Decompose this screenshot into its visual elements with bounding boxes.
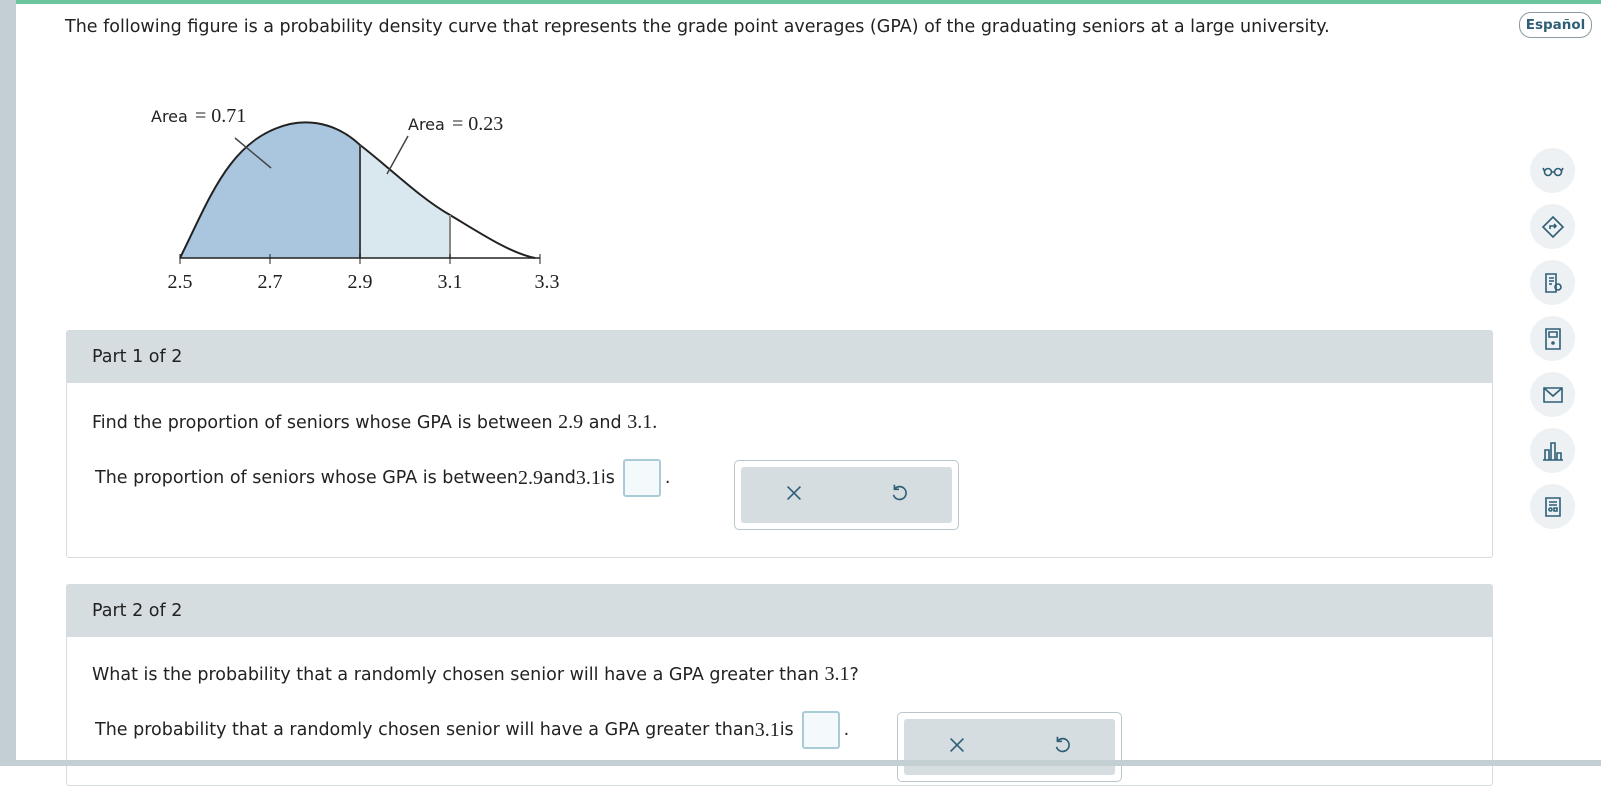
clear-button[interactable] [946,734,968,760]
part-1-question: Find the proportion of seniors whose GPA… [92,411,657,434]
answer-input[interactable] [622,459,661,497]
directions-icon [1541,215,1564,238]
answer-text: The probability that a randomly chosen s… [95,720,755,740]
area-right-word: Area [408,115,445,134]
calculator-icon [1544,327,1561,350]
bar-chart-icon [1542,441,1563,461]
part-2-panel: Part 2 of 2 What is the probability that… [66,584,1493,786]
textbook-icon [1544,272,1562,293]
intro-text: The following figure is a probability de… [65,17,1330,37]
undo-icon [892,484,908,501]
action-button-bar [904,719,1115,775]
area-right-value: = 0.23 [452,113,503,135]
bar-chart-button[interactable] [1530,428,1575,473]
bottom-scroll-bar [0,760,1601,766]
density-curve-svg: 2.5 2.7 2.9 3.1 3.3 Area = 0.71 Area = 0… [151,105,560,293]
glasses-button[interactable] [1530,148,1575,193]
question-text: and [583,413,628,433]
part-1-header: Part 1 of 2 [67,331,1492,383]
action-button-bar [741,467,952,523]
mail-icon [1542,386,1563,403]
answer-text: The proportion of seniors whose GPA is b… [95,468,518,488]
x-tick-label: 3.1 [438,271,463,293]
area-left-value: = 0.71 [195,105,246,127]
left-rail [0,0,16,766]
x-tick-label: 2.5 [168,271,193,293]
question-number: 3.1 [627,411,653,433]
question-number: 2.9 [558,411,584,433]
glasses-icon [1541,167,1564,176]
x-tick-label: 2.9 [348,271,373,293]
undo-icon [1055,736,1071,753]
answer-number: 3.1 [754,718,780,741]
data-table-button[interactable] [1530,484,1575,529]
undo-button[interactable] [888,482,910,508]
undo-button[interactable] [1051,734,1073,760]
top-accent-bar [16,0,1601,4]
calculator-button[interactable] [1530,316,1575,361]
directions-button[interactable] [1530,204,1575,249]
shaded-region-left [180,122,360,258]
part-1-answer-line: The proportion of seniors whose GPA is b… [95,459,670,497]
part-2-question: What is the probability that a randomly … [92,663,859,686]
answer-period: . [843,720,850,740]
answer-period: . [664,468,671,488]
x-icon [949,737,964,753]
shaded-region-middle [360,145,450,258]
question-punctuation: . [652,411,658,433]
density-figure: 2.5 2.7 2.9 3.1 3.3 Area = 0.71 Area = 0… [140,98,580,302]
part-1-action-panel [734,460,959,530]
x-tick-label: 3.3 [535,271,560,293]
part-2-action-panel [897,712,1122,782]
answer-number: 3.1 [575,466,601,489]
x-icon [786,485,801,501]
question-punctuation: ? [849,665,859,685]
mail-button[interactable] [1530,372,1575,417]
answer-number: 2.9 [517,466,543,489]
answer-text: is [600,468,615,488]
language-button[interactable]: Español [1519,12,1592,38]
part-2-header: Part 2 of 2 [67,585,1492,637]
part-2-answer-line: The probability that a randomly chosen s… [95,711,849,749]
answer-input[interactable] [801,711,840,749]
question-text: What is the probability that a randomly … [92,665,825,685]
area-left-word: Area [151,107,188,126]
part-1-panel: Part 1 of 2 Find the proportion of senio… [66,330,1493,558]
question-text: Find the proportion of seniors whose GPA… [92,413,559,433]
x-tick-label: 2.7 [258,271,283,293]
question-number: 3.1 [824,663,850,685]
answer-text: is [779,720,794,740]
textbook-button[interactable] [1530,260,1575,305]
clear-button[interactable] [783,482,805,508]
data-table-icon [1544,496,1561,517]
answer-text: and [542,468,576,488]
area-right-pointer [386,135,409,175]
